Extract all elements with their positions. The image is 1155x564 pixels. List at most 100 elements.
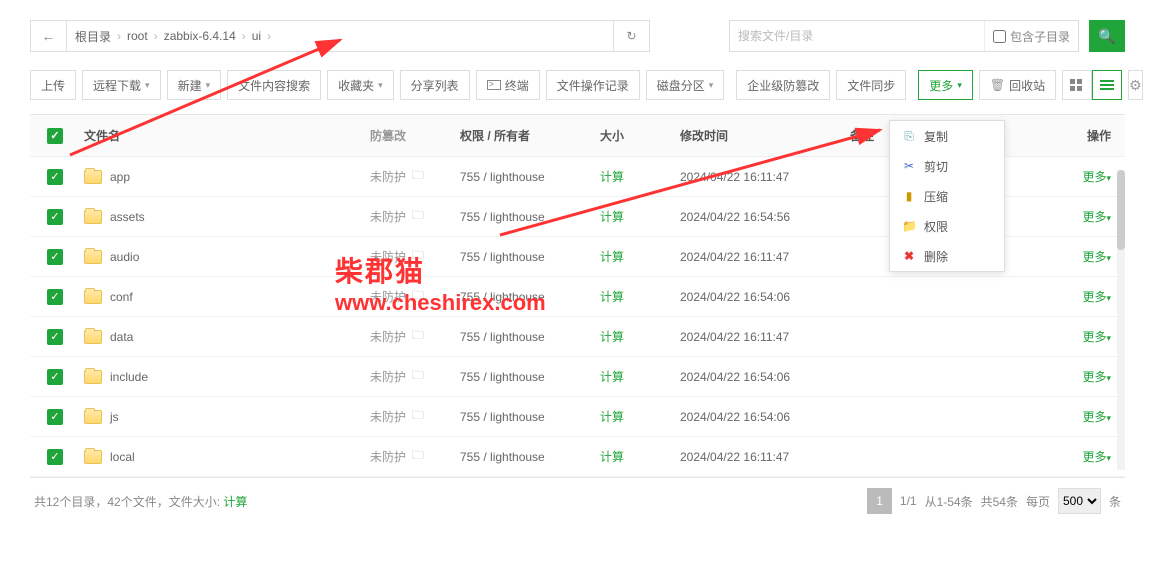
upload-button[interactable]: 上传 — [30, 70, 76, 100]
more-button[interactable]: 更多▾ — [918, 70, 973, 100]
dd-compress[interactable]: ▮压缩 — [890, 181, 1004, 211]
grid-view-button[interactable] — [1062, 70, 1092, 100]
list-view-button[interactable] — [1092, 70, 1122, 100]
dd-perm[interactable]: 📁权限 — [890, 211, 1004, 241]
open-folder-icon[interactable]: 🗀 — [412, 206, 424, 227]
file-name[interactable]: include — [110, 370, 148, 384]
dd-copy[interactable]: ⎘复制 — [890, 121, 1004, 151]
caret-down-icon: ▾ — [206, 80, 211, 91]
open-folder-icon[interactable]: 🗀 — [412, 446, 424, 467]
open-folder-icon[interactable]: 🗀 — [412, 166, 424, 187]
file-name[interactable]: app — [110, 170, 130, 184]
folder-icon — [84, 410, 102, 424]
settings-button[interactable]: ⚙ — [1128, 70, 1143, 100]
tamper-status: 未防护 — [370, 168, 406, 185]
include-subdir-checkbox[interactable] — [993, 30, 1006, 43]
row-checkbox[interactable]: ✓ — [47, 209, 63, 225]
calc-size-link[interactable]: 计算 — [600, 330, 624, 344]
open-folder-icon[interactable]: 🗀 — [412, 326, 424, 347]
row-more-button[interactable]: 更多▾ — [1082, 170, 1111, 184]
col-mtime[interactable]: 修改时间 — [680, 127, 850, 144]
row-checkbox[interactable]: ✓ — [47, 329, 63, 345]
col-perm[interactable]: 权限 / 所有者 — [460, 127, 600, 144]
dd-delete[interactable]: ✖删除 — [890, 241, 1004, 271]
select-all-checkbox[interactable]: ✓ — [47, 128, 63, 144]
file-name[interactable]: local — [110, 450, 135, 464]
file-name[interactable]: js — [110, 410, 119, 424]
caret-down-icon: ▾ — [1106, 173, 1111, 183]
calc-size-link[interactable]: 计算 — [223, 495, 247, 509]
recycle-bin-button[interactable]: 🗑回收站 — [979, 70, 1056, 100]
row-more-button[interactable]: 更多▾ — [1082, 370, 1111, 384]
calc-size-link[interactable]: 计算 — [600, 410, 624, 424]
col-tamper[interactable]: 防篡改 — [370, 127, 460, 144]
enterprise-tamper-button[interactable]: 企业级防篡改 — [736, 70, 830, 100]
row-checkbox[interactable]: ✓ — [47, 169, 63, 185]
row-more-button[interactable]: 更多▾ — [1082, 210, 1111, 224]
row-checkbox[interactable]: ✓ — [47, 289, 63, 305]
op-log-button[interactable]: 文件操作记录 — [546, 70, 640, 100]
table-row[interactable]: ✓js未防护🗀755 / lighthouse计算2024/04/22 16:5… — [30, 397, 1125, 437]
search-button[interactable]: 🔍 — [1089, 20, 1125, 52]
calc-size-link[interactable]: 计算 — [600, 290, 624, 304]
col-name[interactable]: 文件名 — [80, 127, 370, 144]
table-row[interactable]: ✓conf未防护🗀755 / lighthouse计算2024/04/22 16… — [30, 277, 1125, 317]
terminal-button[interactable]: 终端 — [476, 70, 540, 100]
footer-summary: 共12个目录，42个文件，文件大小: 计算 — [34, 493, 247, 510]
per-page-select[interactable]: 500 — [1058, 488, 1101, 514]
scrollbar[interactable] — [1117, 170, 1125, 470]
page-of: 1/1 — [900, 494, 917, 508]
folder-icon: 📁 — [902, 219, 916, 233]
file-name[interactable]: data — [110, 330, 133, 344]
dd-cut[interactable]: ✂剪切 — [890, 151, 1004, 181]
breadcrumb-path[interactable]: 根目录 › root › zabbix-6.4.14 › ui › — [67, 28, 613, 45]
refresh-button[interactable]: ↻ — [613, 21, 649, 51]
table-row[interactable]: ✓local未防护🗀755 / lighthouse计算2024/04/22 1… — [30, 437, 1125, 477]
col-size[interactable]: 大小 — [600, 127, 680, 144]
search-input[interactable] — [730, 29, 984, 43]
caret-down-icon: ▾ — [1106, 413, 1111, 423]
calc-size-link[interactable]: 计算 — [600, 370, 624, 384]
file-name[interactable]: conf — [110, 290, 133, 304]
table-row[interactable]: ✓include未防护🗀755 / lighthouse计算2024/04/22… — [30, 357, 1125, 397]
calc-size-link[interactable]: 计算 — [600, 170, 624, 184]
file-name[interactable]: assets — [110, 210, 145, 224]
disk-partition-button[interactable]: 磁盘分区▾ — [646, 70, 725, 100]
caret-down-icon: ▾ — [1106, 253, 1111, 263]
row-more-button[interactable]: 更多▾ — [1082, 330, 1111, 344]
mtime: 2024/04/22 16:54:06 — [680, 410, 850, 424]
remote-download-button[interactable]: 远程下载▾ — [82, 70, 161, 100]
file-sync-button[interactable]: 文件同步 — [836, 70, 906, 100]
row-more-button[interactable]: 更多▾ — [1082, 410, 1111, 424]
open-folder-icon[interactable]: 🗀 — [412, 366, 424, 387]
new-button[interactable]: 新建▾ — [167, 70, 222, 100]
favorites-button[interactable]: 收藏夹▾ — [327, 70, 394, 100]
include-subdir-option[interactable]: 包含子目录 — [984, 21, 1078, 51]
open-folder-icon[interactable]: 🗀 — [412, 406, 424, 427]
file-name[interactable]: audio — [110, 250, 139, 264]
share-list-button[interactable]: 分享列表 — [400, 70, 470, 100]
calc-size-link[interactable]: 计算 — [600, 450, 624, 464]
open-folder-icon[interactable]: 🗀 — [412, 286, 424, 307]
table-row[interactable]: ✓data未防护🗀755 / lighthouse计算2024/04/22 16… — [30, 317, 1125, 357]
page-current[interactable]: 1 — [867, 488, 892, 514]
row-more-button[interactable]: 更多▾ — [1082, 450, 1111, 464]
perm-owner: 755 / lighthouse — [460, 210, 600, 224]
row-more-button[interactable]: 更多▾ — [1082, 250, 1111, 264]
row-checkbox[interactable]: ✓ — [47, 449, 63, 465]
bc-part[interactable]: zabbix-6.4.14 — [164, 29, 236, 43]
bc-root[interactable]: 根目录 — [75, 28, 111, 45]
content-search-button[interactable]: 文件内容搜索 — [227, 70, 321, 100]
calc-size-link[interactable]: 计算 — [600, 250, 624, 264]
open-folder-icon[interactable]: 🗀 — [412, 246, 424, 267]
bc-part[interactable]: root — [127, 29, 148, 43]
row-more-button[interactable]: 更多▾ — [1082, 290, 1111, 304]
compress-icon: ▮ — [902, 189, 916, 203]
row-checkbox[interactable]: ✓ — [47, 409, 63, 425]
row-checkbox[interactable]: ✓ — [47, 369, 63, 385]
mtime: 2024/04/22 16:11:47 — [680, 250, 850, 264]
calc-size-link[interactable]: 计算 — [600, 210, 624, 224]
row-checkbox[interactable]: ✓ — [47, 249, 63, 265]
back-button[interactable]: ← — [31, 21, 67, 51]
bc-part[interactable]: ui — [252, 29, 261, 43]
